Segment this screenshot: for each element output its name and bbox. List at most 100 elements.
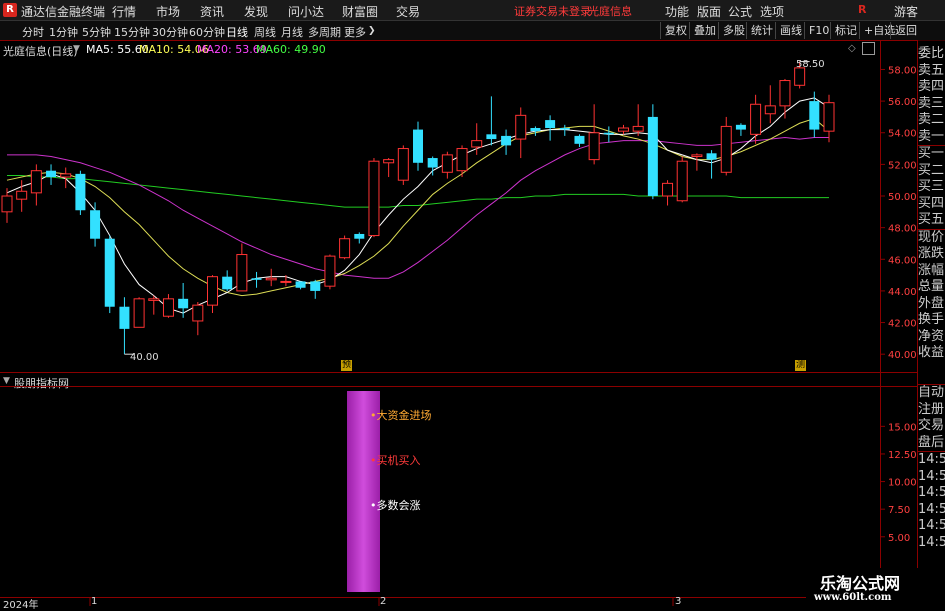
y-tick-label-4: 48.00 [888, 224, 917, 235]
y-tick-label-9: 58.00 [888, 65, 917, 76]
candle-body-21 [310, 281, 321, 291]
ind-tick-label-3: 7.50 [888, 505, 910, 516]
candle-body-52 [764, 105, 776, 115]
ind-tick-label-1: 12.50 [888, 450, 917, 461]
candle-body-20 [295, 281, 306, 288]
ma60-line [7, 174, 829, 208]
candle-body-8 [119, 306, 130, 329]
candle-body-17 [251, 278, 262, 280]
candle-body-3 [46, 170, 57, 178]
kline-chart[interactable]: 40.00 42.00 44.00 46.00 48.00 50.00 52.00 54.00… [0, 0, 918, 609]
side-quote-row-4: 卖二 [918, 112, 945, 127]
candle-body-18 [265, 277, 277, 281]
side-quote-row-13: 涨幅 [918, 262, 945, 278]
candle-body-28 [413, 129, 423, 163]
side-quote-row-1: 卖五 [918, 62, 945, 78]
side-trade-row-7: 14:56 [918, 501, 945, 517]
side-trade-row-5: 14:56 [918, 468, 945, 484]
candle-body-47 [691, 154, 703, 157]
candle-body-54 [794, 67, 806, 86]
candle-body-27 [397, 148, 409, 181]
candle-body-22 [324, 255, 336, 287]
y-tick-label-0: 40.00 [888, 350, 917, 361]
side-quote-row-16: 换手 [918, 312, 945, 327]
trade-side-panel: 自动注册交易盘后14:5614:5614:5614:5614:5614:56 [918, 384, 945, 551]
candle-body-11 [162, 298, 174, 317]
side-trade-row-9: 14:56 [918, 534, 945, 550]
marker-yu[interactable]: 预 [341, 360, 352, 371]
candle-body-2 [30, 170, 42, 194]
marker-ce[interactable]: 测 [795, 360, 806, 371]
candle-body-48 [706, 153, 717, 160]
candle-body-12 [178, 298, 189, 309]
side-trade-row-0: 自动 [918, 384, 945, 400]
candle-body-7 [104, 238, 115, 307]
side-quote-row-2: 卖四 [918, 79, 945, 94]
candle-body-35 [515, 114, 527, 140]
ind-tick-label-0: 15.00 [888, 422, 917, 433]
candle-body-41 [603, 132, 614, 135]
candle-body-34 [501, 135, 512, 146]
candle-body-5 [75, 173, 86, 211]
side-quote-row-0: 委比 [918, 46, 945, 61]
signal-big-money: •大资金进场 [370, 409, 432, 422]
candle-body-19 [280, 280, 292, 283]
candle-body-55 [809, 101, 820, 130]
candle-body-26 [383, 159, 395, 164]
low-price-label: 40.00 [130, 352, 159, 363]
side-trade-row-8: 14:56 [918, 518, 945, 533]
candle-body-30 [441, 154, 453, 173]
candle-body-42 [618, 127, 629, 132]
candle-body-38 [559, 127, 570, 130]
ind-tick-label-2: 10.00 [888, 478, 917, 489]
candle-body-37 [545, 120, 556, 128]
side-quote-row-14: 总量 [918, 279, 945, 294]
side-trade-row-2: 交易 [918, 418, 945, 433]
side-quote-row-6: 买一 [918, 145, 945, 161]
side-quote-row-9: 买四 [918, 195, 945, 211]
quote-side-panel: 委比 卖五 卖四 卖三 卖二 卖一 买一 买二 买三 买四 买五 现价 涨跌 涨幅 总量 外盘 换手 净资 收益 [918, 46, 945, 362]
candle-body-49 [720, 125, 732, 173]
y-tick-label-8: 56.00 [888, 97, 917, 108]
side-trade-row-3: 盘后 [918, 434, 945, 450]
side-trade-row-4: 14:56 [918, 451, 945, 469]
candle-body-10 [148, 298, 160, 301]
candle-body-15 [222, 276, 233, 290]
x-label-1: 1 [91, 596, 98, 607]
candle-body-6 [90, 210, 101, 239]
ind-tick-label-4: 5.00 [888, 533, 910, 544]
candle-body-14 [207, 276, 218, 306]
side-quote-row-15: 外盘 [918, 295, 945, 311]
candle-body-32 [471, 140, 483, 148]
watermark-url: www.60lt.com [814, 592, 892, 603]
side-quote-row-10: 买五 [918, 212, 945, 227]
candle-body-56 [823, 102, 835, 132]
candle-body-44 [647, 116, 658, 197]
candle-body-0 [1, 195, 13, 213]
x-label-3: 3 [675, 596, 682, 607]
y-tick-label-7: 54.00 [888, 129, 917, 140]
side-quote-row-11: 现价 [918, 228, 945, 245]
candle-body-51 [750, 103, 762, 135]
x-label-2: 2 [380, 596, 387, 607]
side-quote-row-5: 卖一 [918, 128, 945, 144]
candle-body-40 [588, 132, 600, 161]
candle-body-4 [60, 173, 72, 178]
signal-buy: •买机买入 [370, 454, 421, 467]
site-watermark: 乐淘公式网 www.60lt.com [806, 568, 922, 609]
candle-body-16 [236, 254, 248, 292]
y-tick-label-5: 50.00 [888, 192, 917, 203]
signal-likely-rise: •多数会涨 [370, 499, 421, 512]
side-quote-row-12: 涨跌 [918, 246, 945, 261]
side-quote-row-3: 卖三 [918, 95, 945, 111]
side-trade-row-6: 14:56 [918, 485, 945, 500]
side-quote-row-7: 买二 [918, 162, 945, 178]
candle-body-53 [779, 80, 791, 107]
candle-body-43 [632, 125, 644, 132]
candle-body-31 [456, 148, 468, 172]
y-tick-label-3: 46.00 [888, 255, 917, 266]
candle-body-23 [339, 238, 351, 259]
side-quote-row-18: 收益 [918, 345, 945, 360]
y-tick-label-2: 44.00 [888, 287, 917, 298]
candle-body-9 [133, 298, 145, 328]
